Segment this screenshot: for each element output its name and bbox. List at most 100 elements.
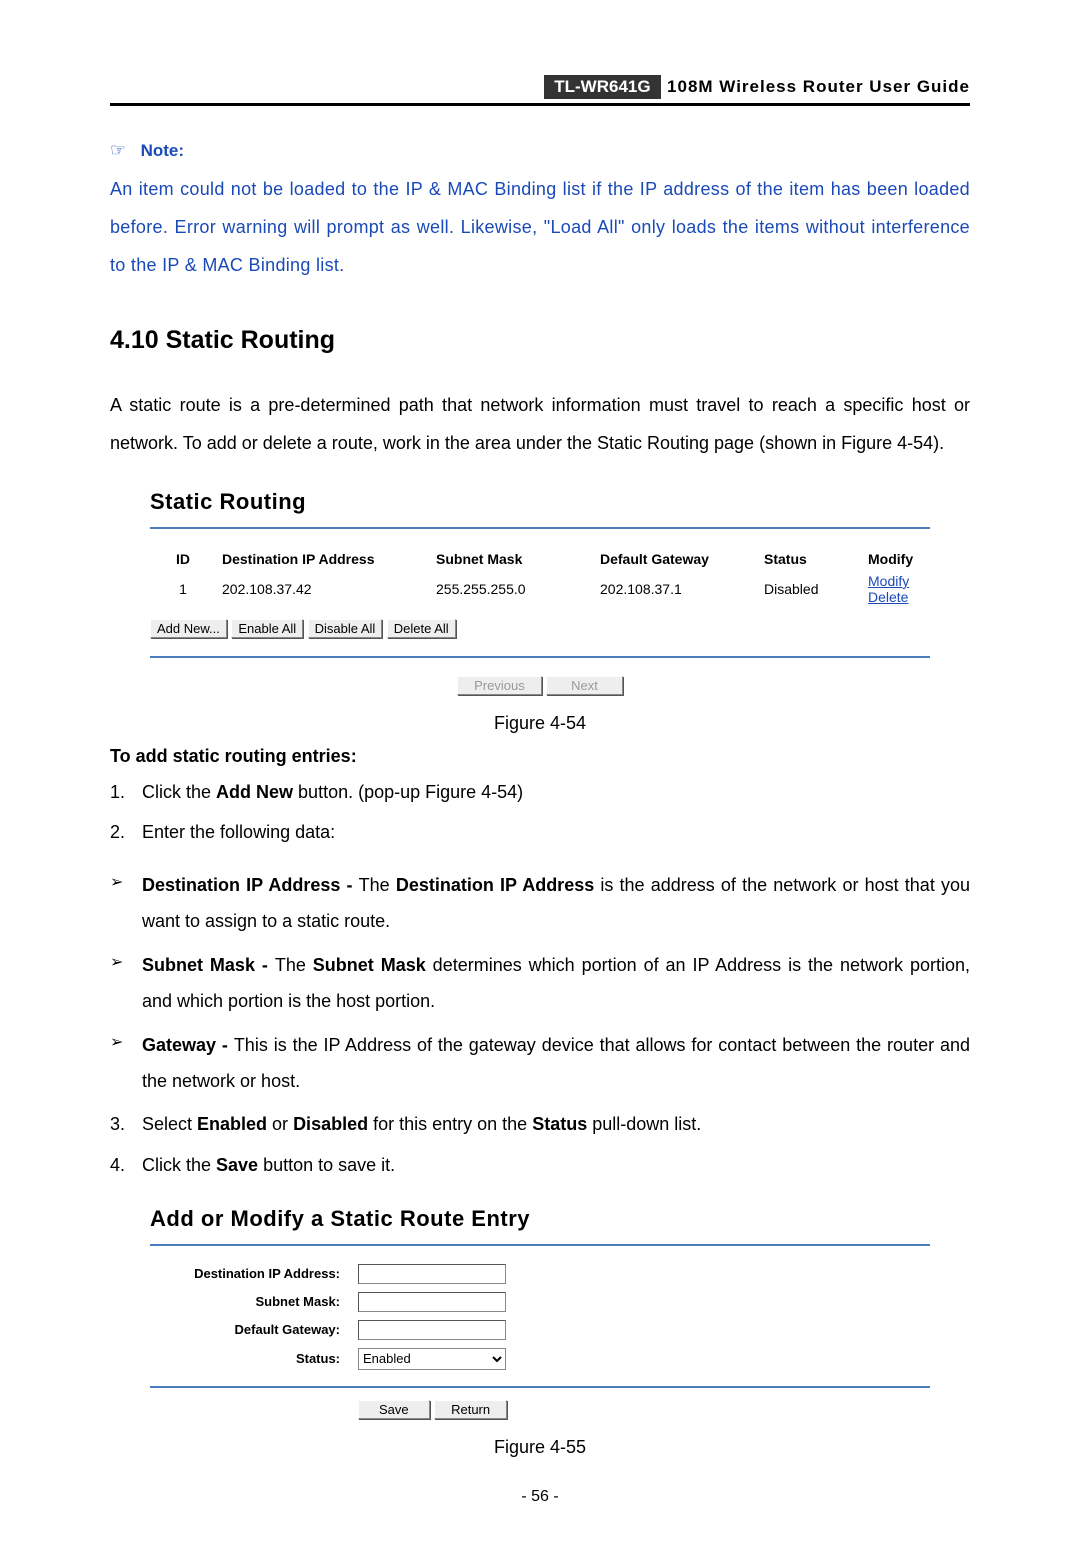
step1-pre: Click the <box>142 782 216 802</box>
form-row-gateway: Default Gateway: <box>150 1320 930 1340</box>
gateway-label: Default Gateway: <box>150 1322 358 1337</box>
step1-bold: Add New <box>216 782 293 802</box>
table-button-row: Add New... Enable All Disable All Delete… <box>150 619 930 638</box>
dest-ip-label: Destination IP Address: <box>150 1266 358 1281</box>
disable-all-button[interactable]: Disable All <box>308 619 383 638</box>
arrow-icon: ➢ <box>110 1027 142 1099</box>
step-marker-4: 4. <box>110 1148 142 1182</box>
figure-54-caption: Figure 4-54 <box>110 713 970 734</box>
section-intro: A static route is a pre-determined path … <box>110 387 970 463</box>
dest-bold: Destination IP Address <box>396 875 594 895</box>
routing-table: ID Destination IP Address Subnet Mask De… <box>150 547 930 609</box>
step4-post: button to save it. <box>258 1155 395 1175</box>
bullet-list: ➢ Destination IP Address - The Destinati… <box>110 867 970 1099</box>
form-row-mask: Subnet Mask: <box>150 1292 930 1312</box>
mask-mid: The <box>275 955 313 975</box>
model-badge: TL-WR641G <box>544 75 660 99</box>
subnet-mask-input[interactable] <box>358 1292 506 1312</box>
next-button[interactable]: Next <box>546 676 623 695</box>
gw-text: This is the IP Address of the gateway de… <box>142 1035 970 1091</box>
col-dest: Destination IP Address <box>216 549 428 569</box>
previous-button[interactable]: Previous <box>457 676 542 695</box>
step3-mid: for this entry on the <box>368 1114 532 1134</box>
cell-status: Disabled <box>758 571 860 607</box>
arrow-icon: ➢ <box>110 867 142 939</box>
page-number: - 56 - <box>110 1488 970 1506</box>
list-item-4: 4. Click the Save button to save it. <box>110 1148 970 1182</box>
list-item-1: 1. Click the Add New button. (pop-up Fig… <box>110 775 970 809</box>
cell-id: 1 <box>152 571 214 607</box>
step-marker-3: 3. <box>110 1107 142 1141</box>
guide-title: 108M Wireless Router User Guide <box>667 77 970 97</box>
status-label: Status: <box>150 1351 358 1366</box>
gw-label: Gateway - <box>142 1035 234 1055</box>
figure-55-caption: Figure 4-55 <box>110 1437 970 1458</box>
save-button[interactable]: Save <box>358 1400 430 1419</box>
panel-divider-bottom <box>150 656 930 658</box>
step3-or: or <box>267 1114 293 1134</box>
col-modify: Modify <box>862 549 928 569</box>
step2-text: Enter the following data: <box>142 815 335 849</box>
step4-bold: Save <box>216 1155 258 1175</box>
step1-post: button. (pop-up Figure 4-54) <box>293 782 523 802</box>
numbered-list-cont: 3. Select Enabled or Disabled for this e… <box>110 1107 970 1181</box>
dest-label: Destination IP Address - <box>142 875 359 895</box>
form-panel-title: Add or Modify a Static Route Entry <box>150 1200 930 1242</box>
form-row-status: Status: Enabled <box>150 1348 930 1370</box>
note-text: An item could not be loaded to the IP & … <box>110 171 970 284</box>
section-heading: 4.10 Static Routing <box>110 326 970 355</box>
table-row: 1 202.108.37.42 255.255.255.0 202.108.37… <box>152 571 928 607</box>
table-header-row: ID Destination IP Address Subnet Mask De… <box>152 549 928 569</box>
cell-gateway: 202.108.37.1 <box>594 571 756 607</box>
col-gateway: Default Gateway <box>594 549 756 569</box>
page-header: TL-WR641G 108M Wireless Router User Guid… <box>110 75 970 106</box>
subnet-mask-label: Subnet Mask: <box>150 1294 358 1309</box>
panel-divider <box>150 527 930 529</box>
status-select[interactable]: Enabled <box>358 1348 506 1370</box>
form-divider-top <box>150 1244 930 1246</box>
bullet-dest: ➢ Destination IP Address - The Destinati… <box>110 867 970 939</box>
bullet-gateway: ➢ Gateway - This is the IP Address of th… <box>110 1027 970 1099</box>
col-status: Status <box>758 549 860 569</box>
form-actions: Save Return <box>150 1400 930 1419</box>
delete-all-button[interactable]: Delete All <box>387 619 456 638</box>
mask-bold: Subnet Mask <box>313 955 426 975</box>
arrow-icon: ➢ <box>110 947 142 1019</box>
figure-54: Static Routing ID Destination IP Address… <box>110 483 970 734</box>
form-row-dest: Destination IP Address: <box>150 1264 930 1284</box>
form-divider-bottom <box>150 1386 930 1388</box>
note-label: Note: <box>141 141 184 160</box>
cell-mask: 255.255.255.0 <box>430 571 592 607</box>
col-mask: Subnet Mask <box>430 549 592 569</box>
dest-mid: The <box>359 875 396 895</box>
step4-pre: Click the <box>142 1155 216 1175</box>
modify-link[interactable]: Modify <box>868 573 909 589</box>
step3-disabled: Disabled <box>293 1114 368 1134</box>
cell-dest: 202.108.37.42 <box>216 571 428 607</box>
note-block: ☞ Note: An item could not be loaded to t… <box>110 140 970 284</box>
delete-link[interactable]: Delete <box>868 589 908 605</box>
numbered-list: 1. Click the Add New button. (pop-up Fig… <box>110 775 970 849</box>
enable-all-button[interactable]: Enable All <box>231 619 303 638</box>
instructions-heading: To add static routing entries: <box>110 746 970 767</box>
step3-status: Status <box>532 1114 587 1134</box>
col-id: ID <box>152 549 214 569</box>
add-new-button[interactable]: Add New... <box>150 619 227 638</box>
gateway-input[interactable] <box>358 1320 506 1340</box>
bullet-mask: ➢ Subnet Mask - The Subnet Mask determin… <box>110 947 970 1019</box>
step-marker-1: 1. <box>110 775 142 809</box>
mask-label: Subnet Mask - <box>142 955 275 975</box>
step3-enabled: Enabled <box>197 1114 267 1134</box>
panel-title: Static Routing <box>150 483 930 525</box>
return-button[interactable]: Return <box>434 1400 507 1419</box>
step-marker-2: 2. <box>110 815 142 849</box>
list-item-3: 3. Select Enabled or Disabled for this e… <box>110 1107 970 1141</box>
step3-pre: Select <box>142 1114 197 1134</box>
figure-55: Add or Modify a Static Route Entry Desti… <box>110 1200 970 1458</box>
step3-post: pull-down list. <box>587 1114 701 1134</box>
pager-row: Previous Next <box>150 676 930 695</box>
list-item-2: 2. Enter the following data: <box>110 815 970 849</box>
pointer-icon: ☞ <box>110 140 126 160</box>
cell-modify: Modify Delete <box>862 571 928 607</box>
dest-ip-input[interactable] <box>358 1264 506 1284</box>
